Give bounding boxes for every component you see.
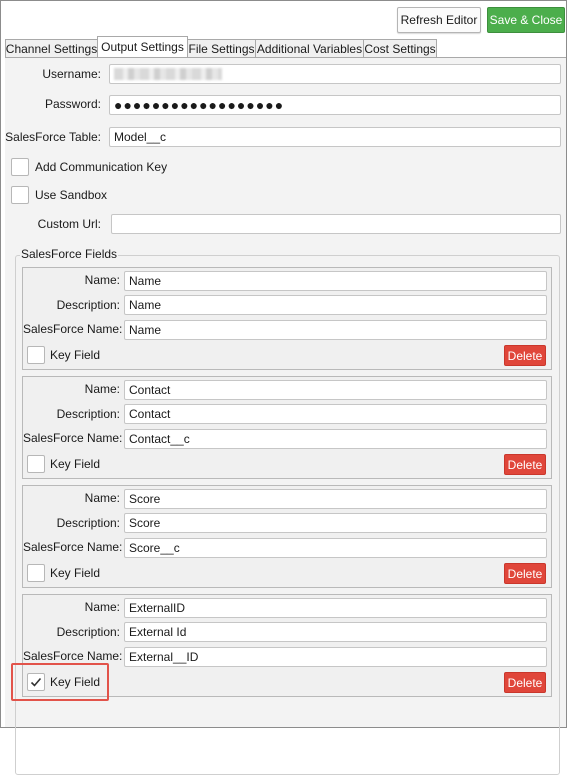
- key-field-label: Key Field: [50, 348, 101, 362]
- key-field-label: Key Field: [50, 675, 101, 689]
- delete-field-button[interactable]: Delete: [504, 563, 546, 584]
- use-sandbox-label: Use Sandbox: [35, 188, 108, 202]
- add-communication-key-label: Add Communication Key: [35, 160, 168, 174]
- name-label: Name:: [84, 491, 120, 505]
- salesforce-name-label: SalesForce Name:: [23, 431, 123, 445]
- field-salesforce-name-input[interactable]: Score__c: [124, 538, 547, 558]
- name-label: Name:: [84, 600, 120, 614]
- output-settings-window: Refresh Editor Save & Close Channel Sett…: [0, 0, 567, 775]
- field-description-input[interactable]: Contact: [124, 404, 547, 424]
- custom-url-field[interactable]: [111, 214, 561, 234]
- toolbar: Refresh Editor Save & Close: [1, 1, 566, 37]
- salesforce-name-label: SalesForce Name:: [23, 649, 123, 663]
- description-label: Description:: [56, 298, 120, 312]
- field-description-input[interactable]: External Id: [124, 622, 547, 642]
- field-name-input[interactable]: Score: [124, 489, 547, 509]
- field-description-input[interactable]: Score: [124, 513, 547, 533]
- field-card-1: Name: Name Description: Name SalesForce …: [22, 267, 552, 370]
- tab-channel-settings[interactable]: Channel Settings: [5, 39, 98, 57]
- save-close-button[interactable]: Save & Close: [487, 7, 565, 33]
- field-salesforce-name-input[interactable]: External__ID: [124, 647, 547, 667]
- salesforce-table-label: SalesForce Table:: [5, 130, 101, 144]
- username-label: Username:: [42, 67, 101, 81]
- name-label: Name:: [84, 382, 120, 396]
- field-name-input[interactable]: Contact: [124, 380, 547, 400]
- name-label: Name:: [84, 273, 120, 287]
- custom-url-label: Custom Url:: [37, 217, 101, 231]
- description-label: Description:: [56, 516, 120, 530]
- password-field[interactable]: ●●●●●●●●●●●●●●●●●●: [109, 95, 561, 115]
- field-card-3: Name: Score Description: Score SalesForc…: [22, 485, 552, 588]
- field-description-input[interactable]: Name: [124, 295, 547, 315]
- field-name-input[interactable]: ExternalID: [124, 598, 547, 618]
- key-field-checkbox[interactable]: [27, 346, 45, 364]
- use-sandbox-checkbox[interactable]: [11, 186, 29, 204]
- salesforce-name-label: SalesForce Name:: [23, 322, 123, 336]
- refresh-editor-button[interactable]: Refresh Editor: [397, 7, 481, 33]
- description-label: Description:: [56, 625, 120, 639]
- field-name-input[interactable]: Name: [124, 271, 547, 291]
- checkmark-icon: [30, 677, 42, 687]
- key-field-checkbox[interactable]: [27, 455, 45, 473]
- salesforce-fields-title: SalesForce Fields: [20, 247, 119, 261]
- output-settings-panel: Username: Password: ●●●●●●●●●●●●●●●●●● S…: [5, 57, 566, 775]
- field-salesforce-name-input[interactable]: Name: [124, 320, 547, 340]
- salesforce-name-label: SalesForce Name:: [23, 540, 123, 554]
- delete-field-button[interactable]: Delete: [504, 454, 546, 475]
- tab-output-settings[interactable]: Output Settings: [97, 36, 188, 57]
- tab-cost-settings[interactable]: Cost Settings: [363, 39, 437, 57]
- delete-field-button[interactable]: Delete: [504, 345, 546, 366]
- username-field[interactable]: [109, 64, 561, 84]
- delete-field-button[interactable]: Delete: [504, 672, 546, 693]
- password-label: Password:: [44, 97, 101, 111]
- add-communication-key-checkbox[interactable]: [11, 158, 29, 176]
- salesforce-table-field[interactable]: Model__c: [109, 127, 561, 147]
- field-card-2: Name: Contact Description: Contact Sales…: [22, 376, 552, 479]
- description-label: Description:: [56, 407, 120, 421]
- key-field-label: Key Field: [50, 566, 101, 580]
- tab-additional-variables[interactable]: Additional Variables: [255, 39, 364, 57]
- key-field-label: Key Field: [50, 457, 101, 471]
- key-field-checkbox-checked[interactable]: [27, 673, 45, 691]
- redacted-username: [114, 68, 222, 80]
- field-salesforce-name-input[interactable]: Contact__c: [124, 429, 547, 449]
- key-field-checkbox[interactable]: [27, 564, 45, 582]
- field-card-4: Name: ExternalID Description: External I…: [22, 594, 552, 697]
- tab-file-settings[interactable]: File Settings: [187, 39, 256, 57]
